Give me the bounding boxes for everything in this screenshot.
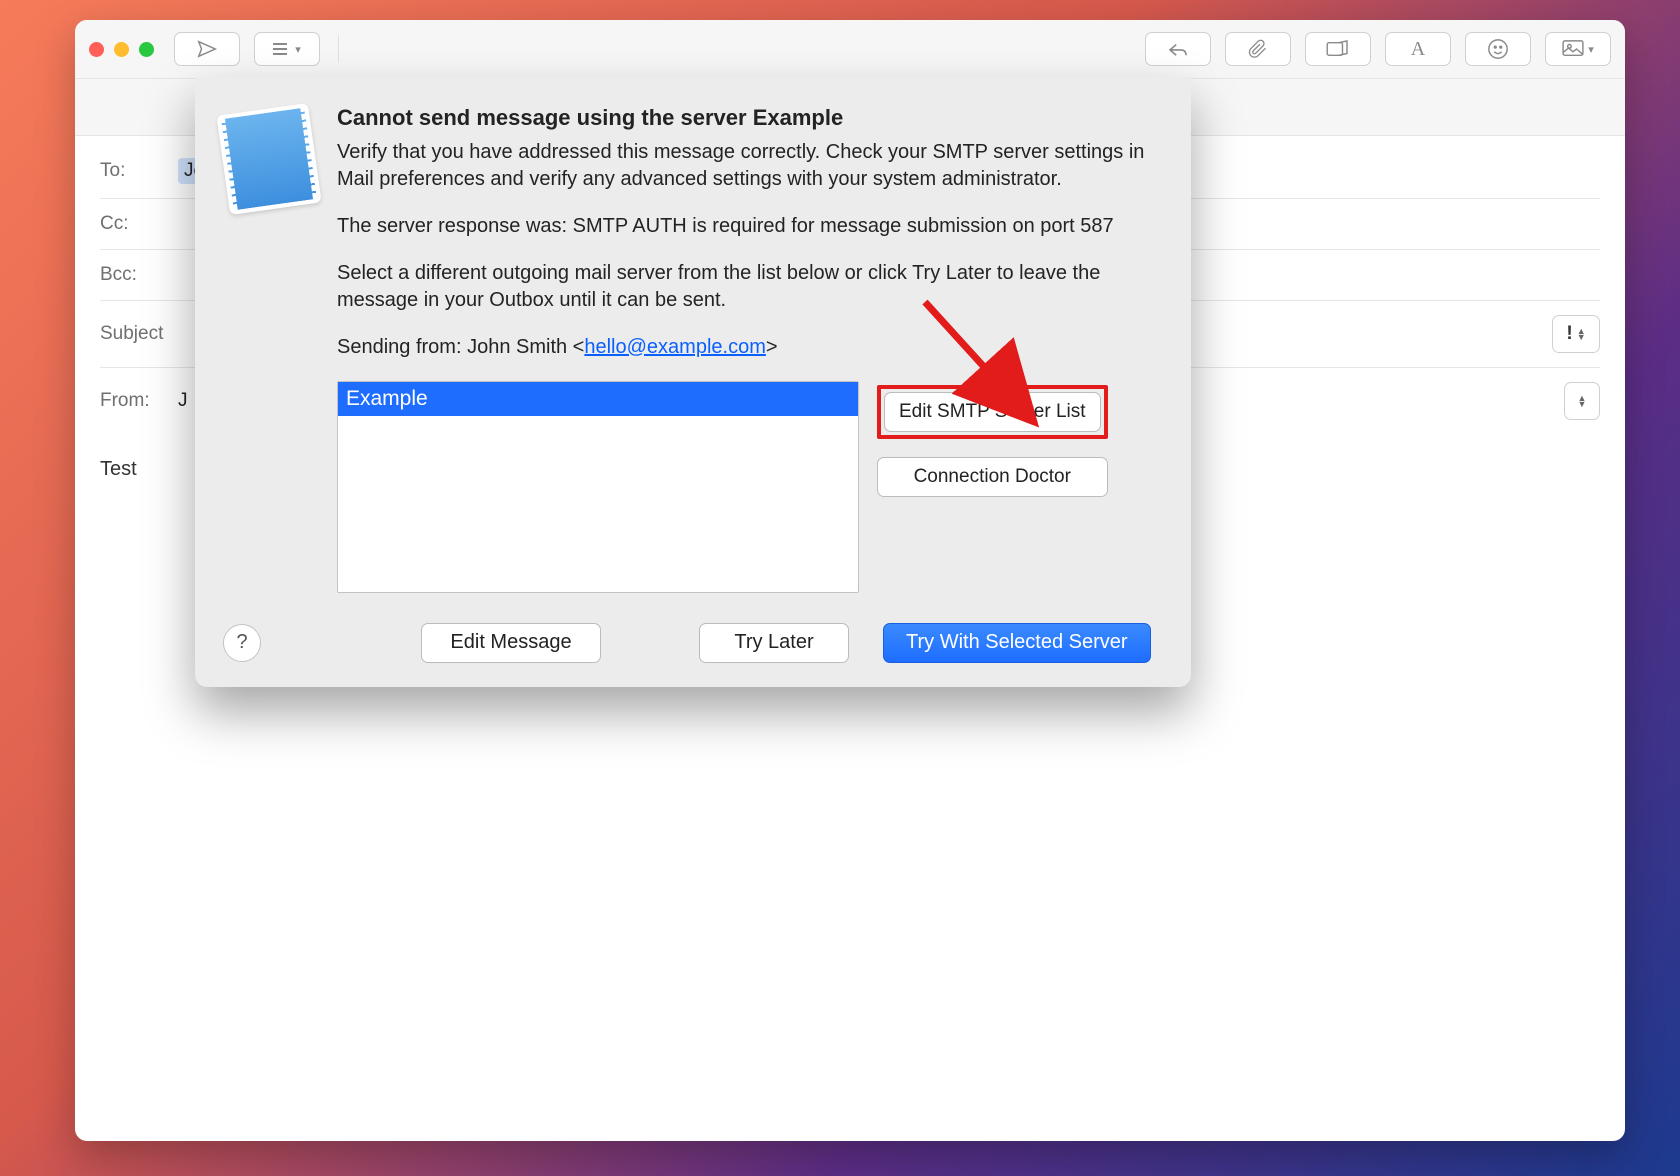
dialog-sending-from: Sending from: John Smith <hello@example.…	[337, 334, 1163, 361]
format-button[interactable]: A	[1385, 32, 1451, 66]
subject-label: Subject	[100, 323, 178, 345]
markup-icon	[1326, 40, 1350, 58]
mail-stamp-icon	[216, 103, 321, 215]
smiley-icon	[1487, 38, 1509, 60]
sending-from-prefix: Sending from: John Smith <	[337, 336, 584, 358]
try-with-selected-server-button[interactable]: Try With Selected Server	[883, 623, 1151, 663]
titlebar: ▾ A ▾	[75, 20, 1625, 79]
toolbar-separator	[338, 35, 339, 63]
send-error-sheet: Cannot send message using the server Exa…	[195, 77, 1191, 687]
help-button[interactable]: ?	[223, 624, 261, 662]
try-later-button[interactable]: Try Later	[699, 623, 849, 663]
from-account-stepper[interactable]: ▲▼	[1564, 382, 1600, 420]
from-field[interactable]: J	[178, 390, 188, 412]
sending-from-suffix: >	[766, 336, 778, 358]
stepper-icon: ▲▼	[1578, 395, 1587, 407]
cc-label: Cc:	[100, 213, 166, 235]
priority-stepper[interactable]: ! ▲▼	[1552, 315, 1600, 353]
markup-button[interactable]	[1305, 32, 1371, 66]
attach-button[interactable]	[1225, 32, 1291, 66]
dialog-paragraph-1: Verify that you have addressed this mess…	[337, 139, 1163, 193]
close-window-button[interactable]	[89, 42, 104, 57]
letter-a-icon: A	[1411, 38, 1425, 61]
emoji-button[interactable]	[1465, 32, 1531, 66]
chevron-down-icon: ▾	[1588, 43, 1594, 56]
edit-smtp-server-list-button[interactable]: Edit SMTP Server List	[884, 392, 1101, 432]
smtp-server-list[interactable]: Example	[337, 381, 859, 593]
stepper-icon: ▲▼	[1577, 328, 1586, 340]
to-label: To:	[100, 160, 166, 182]
bcc-label: Bcc:	[100, 264, 166, 286]
annotation-highlight: Edit SMTP Server List	[877, 385, 1108, 439]
from-label: From:	[100, 390, 166, 412]
header-fields-menu[interactable]: ▾	[254, 32, 320, 66]
reply-arrow-icon	[1167, 41, 1189, 57]
send-button[interactable]	[174, 32, 240, 66]
paperclip-icon	[1248, 38, 1268, 60]
chevron-down-icon: ▾	[295, 43, 301, 56]
image-icon	[1562, 40, 1584, 58]
list-icon	[273, 42, 291, 56]
dialog-title: Cannot send message using the server Exa…	[337, 103, 1163, 133]
priority-value: !	[1566, 323, 1572, 345]
zoom-window-button[interactable]	[139, 42, 154, 57]
mail-compose-window: ▾ A ▾ Helvetica ▲▼ 12 ▲▼	[75, 20, 1625, 1141]
smtp-server-item-selected[interactable]: Example	[338, 382, 858, 416]
dialog-text: Cannot send message using the server Exa…	[337, 103, 1163, 593]
connection-doctor-button[interactable]: Connection Doctor	[877, 457, 1108, 497]
dialog-paragraph-3: Select a different outgoing mail server …	[337, 260, 1163, 314]
paper-plane-icon	[196, 38, 218, 60]
sending-from-email-link[interactable]: hello@example.com	[584, 336, 766, 358]
photo-browser-button[interactable]: ▾	[1545, 32, 1611, 66]
edit-message-button[interactable]: Edit Message	[421, 623, 601, 663]
dialog-paragraph-2: The server response was: SMTP AUTH is re…	[337, 213, 1163, 240]
window-controls	[89, 42, 154, 57]
minimize-window-button[interactable]	[114, 42, 129, 57]
reply-button[interactable]	[1145, 32, 1211, 66]
